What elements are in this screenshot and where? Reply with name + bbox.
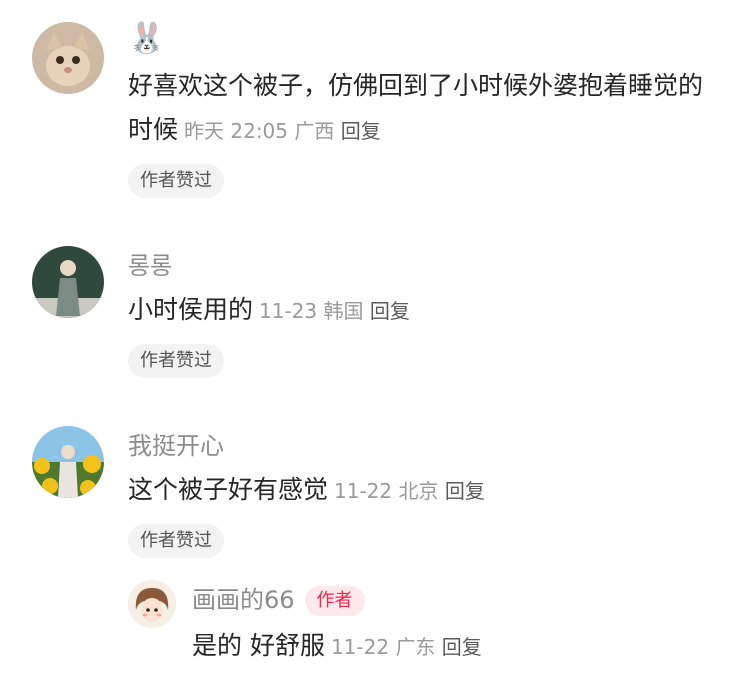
avatar[interactable] [128,580,176,628]
comment-time: 11-22 [334,479,393,503]
comment-text[interactable]: 这个被子好有感觉 11-22 北京 回复 [128,468,723,513]
author-tag: 作者 [304,586,365,616]
person-photo-icon [32,246,104,318]
comment-location: 广西 [294,119,335,143]
comment-meta: 11-23 韩国 回复 [259,299,410,323]
avatar[interactable] [32,426,104,498]
author-liked-badge: 作者赞过 [128,524,224,558]
avatar[interactable] [32,22,104,94]
username: 画画的66 作者 [192,584,365,616]
comment-text[interactable]: 好喜欢这个被子，仿佛回到了小时候外婆抱着睡觉的时候 昨天 22:05 广西 回复 [128,64,723,153]
comment-text[interactable]: 小时侯用的 11-23 韩国 回复 [128,288,723,333]
comment-time: 昨天 22:05 [184,119,289,143]
sunflower-photo-icon [32,426,104,498]
kitten-photo-icon [32,22,104,94]
comment-text[interactable]: 是的 好舒服 11-22 广东 回复 [192,624,722,669]
reply-button[interactable]: 回复 [445,479,485,503]
username[interactable]: 我挺开心 [128,430,224,462]
comment-time: 11-22 [330,635,390,659]
reply-button[interactable]: 回复 [370,299,410,323]
comment-time: 11-23 [259,299,318,323]
avatar[interactable] [32,246,104,318]
reply-button[interactable]: 回复 [442,635,482,659]
comment-meta: 11-22 北京 回复 [334,479,485,503]
comment-location: 广东 [395,635,436,659]
comment-body: 这个被子好有感觉 [128,475,329,504]
comment-location: 北京 [398,479,439,503]
reply-button[interactable]: 回复 [341,119,381,143]
comment-meta: 昨天 22:05 广西 回复 [184,119,381,143]
comment-meta: 11-22 广东 回复 [331,635,482,659]
cartoon-girl-icon [128,580,176,628]
username[interactable]: 🐰 [128,22,165,56]
author-liked-badge: 作者赞过 [128,164,224,198]
comment-location: 韩国 [323,299,364,323]
reply-username[interactable]: 画画的66 [192,586,295,614]
comment-body: 是的 好舒服 [192,631,325,660]
author-liked-badge: 作者赞过 [128,344,224,378]
username[interactable]: 롱롱 [128,250,172,282]
comment-body: 小时侯用的 [128,295,254,324]
